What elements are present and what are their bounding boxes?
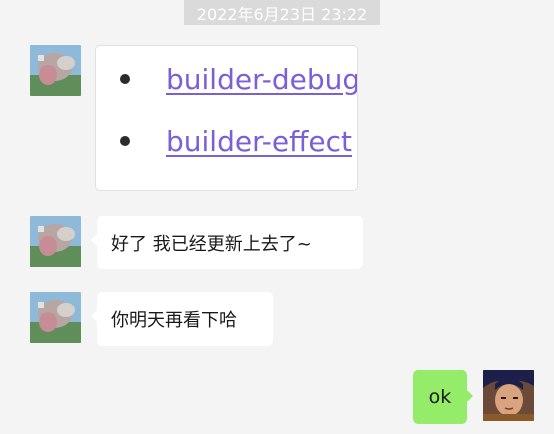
contact-avatar[interactable]: [30, 216, 81, 267]
bullet-icon: [120, 74, 130, 84]
list-item: builder-debug: [96, 60, 357, 100]
link-builder-debug[interactable]: builder-debug: [166, 60, 357, 100]
contact-avatar[interactable]: [30, 292, 81, 343]
list-item: builder-utils: [96, 184, 357, 190]
link-list-card: builder-debug builder-effect builder-uti…: [95, 45, 358, 191]
message-text: 你明天再看下哈: [111, 310, 237, 331]
message-bubble[interactable]: 好了 我已经更新上去了~: [91, 216, 363, 269]
link-builder-effect[interactable]: builder-effect: [166, 122, 352, 162]
link-builder-utils[interactable]: builder-utils: [166, 184, 331, 190]
self-avatar[interactable]: [483, 370, 534, 421]
list-item: builder-effect: [96, 122, 357, 162]
bullet-icon: [120, 136, 130, 146]
chat-timestamp: 2022年6月23日 23:22: [184, 0, 380, 25]
message-text: ok: [428, 386, 452, 408]
message-bubble-self[interactable]: ok: [413, 370, 473, 424]
message-bubble[interactable]: 你明天再看下哈: [91, 292, 273, 346]
message-text: 好了 我已经更新上去了~: [111, 233, 312, 255]
contact-avatar[interactable]: [30, 45, 81, 96]
